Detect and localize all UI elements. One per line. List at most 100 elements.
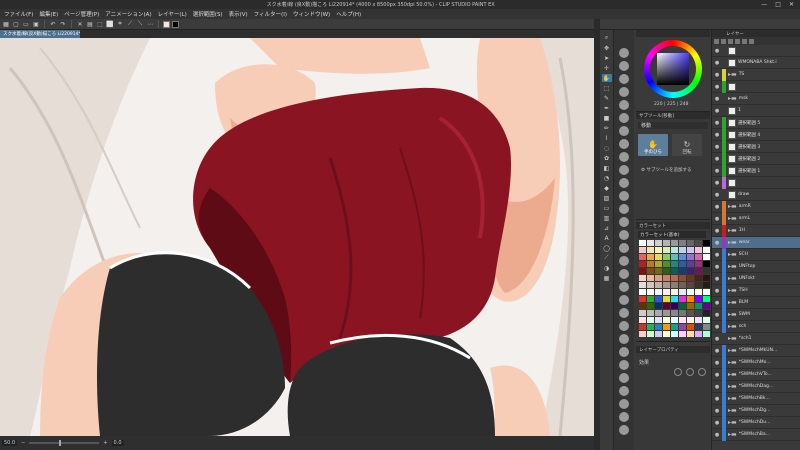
color-swatch[interactable]: [703, 240, 710, 246]
color-swatch[interactable]: [655, 289, 662, 295]
visibility-eye-icon[interactable]: ●: [712, 120, 722, 126]
color-swatch[interactable]: [639, 289, 646, 295]
airbrush-tool-icon[interactable]: ◌: [602, 144, 612, 152]
color-swatch[interactable]: [703, 289, 710, 295]
color-swatch[interactable]: [639, 261, 646, 267]
layer-row[interactable]: ● ▸▬ *SWMschDu...: [712, 416, 800, 429]
brush-size-preset[interactable]: [619, 87, 629, 97]
menu-selection[interactable]: 選択範囲(S): [193, 10, 223, 18]
color-swatch[interactable]: [639, 317, 646, 323]
layer-row[interactable]: ● 選択範囲 2: [712, 152, 800, 165]
color-swatch[interactable]: [647, 331, 654, 337]
layer-row[interactable]: ● ▸▬ SWM: [712, 308, 800, 321]
color-swatch[interactable]: [639, 275, 646, 281]
layer-row[interactable]: ● 1: [712, 105, 800, 117]
layer-row[interactable]: ● ▸▬ *sch1: [712, 333, 800, 345]
color-swatch[interactable]: [695, 331, 702, 337]
menu-page[interactable]: ページ管理(P): [64, 10, 99, 18]
color-swatch[interactable]: [687, 324, 694, 330]
layer-row[interactable]: ● ▸▬ *SWMschDg...: [712, 404, 800, 417]
brush-size-preset[interactable]: [619, 295, 629, 305]
color-swatch[interactable]: [679, 261, 686, 267]
layer-row[interactable]: ● ▸▬ sch: [712, 320, 800, 333]
brush-size-preset[interactable]: [619, 191, 629, 201]
brush-size-preset[interactable]: [619, 139, 629, 149]
color-swatch[interactable]: [663, 282, 670, 288]
color-swatch[interactable]: [639, 331, 646, 337]
layer-row[interactable]: ● 選択範囲 5: [712, 116, 800, 129]
pencil-tool-icon[interactable]: ✏: [602, 124, 612, 132]
color-swatch[interactable]: [671, 254, 678, 260]
subtool-rotate[interactable]: ↻ 回転: [672, 134, 702, 156]
visibility-eye-icon[interactable]: ●: [712, 84, 722, 90]
lock-icon[interactable]: [735, 38, 740, 44]
layer-row[interactable]: ● ▸▬ armR: [712, 200, 800, 213]
eyedropper-tool-icon[interactable]: ✎: [602, 94, 612, 102]
color-swatch[interactable]: [679, 310, 686, 316]
color-swatch[interactable]: [703, 247, 710, 253]
color-swatch[interactable]: [647, 282, 654, 288]
color-swatch[interactable]: [671, 310, 678, 316]
color-swatch[interactable]: [671, 240, 678, 246]
color-swatch[interactable]: [695, 303, 702, 309]
color-swatch[interactable]: [671, 289, 678, 295]
folder-icon[interactable]: ▸▬: [728, 347, 737, 354]
save-icon[interactable]: ▣: [32, 20, 40, 28]
canvas[interactable]: [0, 38, 594, 436]
visibility-eye-icon[interactable]: ●: [712, 72, 722, 78]
maximize-button[interactable]: □: [775, 1, 781, 8]
visibility-eye-icon[interactable]: ●: [712, 48, 722, 54]
layer-row[interactable]: ●: [712, 45, 800, 57]
close-button[interactable]: ✕: [789, 1, 794, 8]
color-swatch[interactable]: [695, 268, 702, 274]
layer-row[interactable]: ● ▸▬ 1H: [712, 224, 800, 237]
snap-icon[interactable]: ⟍: [136, 20, 144, 28]
color-swatch[interactable]: [663, 268, 670, 274]
eraser-tool-icon[interactable]: ◧: [602, 164, 612, 172]
color-swatch[interactable]: [679, 275, 686, 281]
folder-icon[interactable]: ▸▬: [728, 383, 737, 390]
folder-icon[interactable]: ▸▬: [728, 239, 737, 246]
correct-line-tool-icon[interactable]: ⟋: [602, 254, 612, 262]
brush-size-preset[interactable]: [619, 126, 629, 136]
color-swatch[interactable]: [695, 324, 702, 330]
effect-tone-button[interactable]: [686, 368, 694, 376]
pen-tool-icon[interactable]: ✒: [602, 104, 612, 112]
subtool-hand[interactable]: ✋ 手のひら: [638, 134, 668, 156]
clip-icon[interactable]: [749, 38, 754, 44]
transparent-color-icon[interactable]: ▦: [602, 274, 612, 282]
visibility-eye-icon[interactable]: ●: [712, 228, 722, 234]
layer-row[interactable]: ● 選択範囲 4: [712, 128, 800, 141]
new-layer-icon[interactable]: [714, 38, 719, 44]
color-swatch[interactable]: [695, 310, 702, 316]
color-swatch[interactable]: [695, 282, 702, 288]
visibility-eye-icon[interactable]: ●: [712, 264, 722, 270]
color-swatch[interactable]: [639, 282, 646, 288]
color-swatch[interactable]: [655, 240, 662, 246]
menu-layer[interactable]: レイヤー(L): [158, 10, 187, 18]
visibility-eye-icon[interactable]: ●: [712, 276, 722, 282]
color-swatch[interactable]: [663, 296, 670, 302]
folder-icon[interactable]: ▸▬: [728, 323, 737, 330]
gradient-tool-icon[interactable]: ▨: [602, 194, 612, 202]
color-swatch[interactable]: [687, 275, 694, 281]
brush-size-preset[interactable]: [619, 412, 629, 422]
layer-row[interactable]: ● ▸▬ UNFskt: [712, 272, 800, 285]
visibility-eye-icon[interactable]: ●: [712, 240, 722, 246]
figure-tool-icon[interactable]: ▭: [602, 204, 612, 212]
clear-icon[interactable]: ✕: [76, 20, 84, 28]
new-folder-icon[interactable]: [721, 38, 726, 44]
folder-icon[interactable]: ▸▬: [728, 431, 737, 438]
visibility-eye-icon[interactable]: ●: [712, 144, 722, 150]
brush-size-preset[interactable]: [619, 217, 629, 227]
color-swatch[interactable]: [687, 331, 694, 337]
color-swatch[interactable]: [655, 268, 662, 274]
color-swatch[interactable]: [655, 324, 662, 330]
color-swatch[interactable]: [671, 282, 678, 288]
color-swatch[interactable]: [663, 310, 670, 316]
color-swatch[interactable]: [703, 296, 710, 302]
visibility-eye-icon[interactable]: ●: [712, 432, 722, 438]
brush-tool-icon[interactable]: ⌇: [602, 134, 612, 142]
color-swatch[interactable]: [655, 317, 662, 323]
decoration-tool-icon[interactable]: ✿: [602, 154, 612, 162]
